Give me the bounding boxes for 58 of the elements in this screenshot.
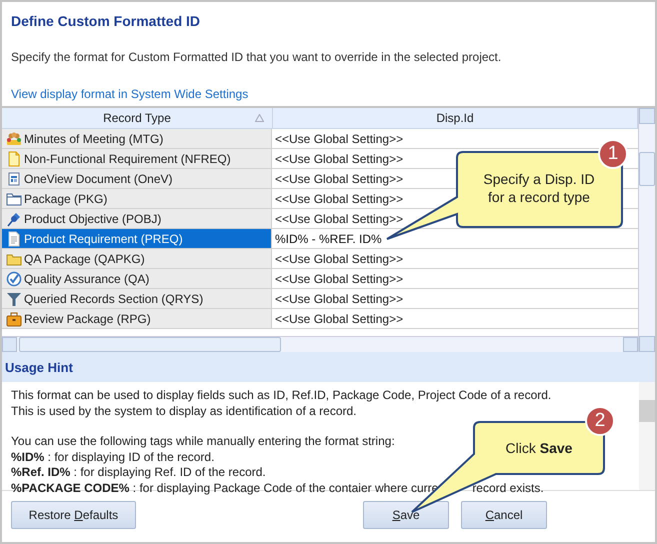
usage-hint-heading: Usage Hint — [2, 352, 655, 382]
record-type-label: Queried Records Section (QRYS) — [24, 292, 204, 306]
checkmark-circle-icon — [6, 270, 22, 286]
hint-text: This is used by the system to display as identification of a record. — [11, 404, 356, 419]
record-type-label: Review Package (RPG) — [24, 312, 151, 326]
callout-text: Specify a Disp. ID for a record type — [482, 170, 596, 206]
horizontal-scrollbar[interactable] — [2, 336, 638, 352]
table-cell: <<Use Global Setting>> — [275, 272, 404, 286]
document-icon — [6, 170, 22, 186]
hint-text: %ID% : for displaying ID of the record. — [11, 450, 214, 465]
table-row[interactable]: Quality Assurance (QA) — [2, 269, 272, 288]
dialog-description: Specify the format for Custom Formatted ID that you want to override in the selected project. — [11, 50, 502, 64]
record-type-label: Quality Assurance (QA) — [24, 272, 150, 286]
folder-icon — [6, 190, 22, 206]
table-row[interactable]: Product Requirement (PREQ) — [2, 229, 272, 248]
record-type-label: Package (PKG) — [24, 192, 108, 206]
hint-text: This format can be used to display fields such as ID, Ref.ID, Package Code, Project Code of a record. — [11, 388, 552, 404]
table-cell: <<Use Global Setting>> — [275, 172, 404, 186]
table-cell: <<Use Global Setting>> — [275, 312, 404, 326]
table-cell: <<Use Global Setting>> — [275, 212, 404, 226]
column-header-label: Disp.Id — [436, 111, 474, 125]
record-type-label: Product Objective (POBJ) — [24, 212, 162, 226]
funnel-icon — [6, 290, 22, 306]
table-row[interactable]: Minutes of Meeting (MTG) — [2, 129, 272, 148]
table-cell: <<Use Global Setting>> — [275, 192, 404, 206]
table-row[interactable]: Package (PKG) — [2, 189, 272, 208]
hint-text: record exists. — [472, 480, 544, 496]
table-row[interactable]: Queried Records Section (QRYS) — [2, 289, 272, 308]
record-type-label: Product Requirement (PREQ) — [24, 232, 183, 246]
table-row[interactable]: QA Package (QAPKG) — [2, 249, 272, 268]
vertical-scrollbar[interactable] — [638, 108, 655, 352]
hint-text: You can use the following tags while manually entering the format string: — [11, 434, 395, 450]
hint-text: %Ref. ID% : for displaying Ref. ID of the record. — [11, 465, 266, 480]
table-row[interactable]: Non-Functional Requirement (NFREQ) — [2, 149, 272, 168]
step-badge: 2 — [585, 406, 615, 436]
table-row[interactable]: Product Objective (POBJ) — [2, 209, 272, 228]
settings-link[interactable]: View display format in System Wide Settings — [11, 87, 248, 103]
record-type-label: OneView Document (OneV) — [24, 172, 173, 186]
dialog-button[interactable]: Save — [363, 501, 449, 529]
record-type-label: Minutes of Meeting (MTG) — [24, 132, 164, 146]
dialog-title: Define Custom Formatted ID — [11, 13, 200, 29]
table-row[interactable]: OneView Document (OneV) — [2, 169, 272, 188]
column-header[interactable]: Record Type — [2, 108, 273, 128]
table-cell: <<Use Global Setting>> — [275, 132, 404, 146]
briefcase-icon — [6, 310, 22, 326]
table-cell: <<Use Global Setting>> — [275, 252, 404, 266]
record-type-label: Non-Functional Requirement (NFREQ) — [24, 152, 231, 166]
record-type-label: QA Package (QAPKG) — [24, 252, 145, 266]
table-cell: <<Use Global Setting>> — [275, 292, 404, 306]
table-cell: <<Use Global Setting>> — [275, 152, 404, 166]
table-row[interactable]: Review Package (RPG) — [2, 309, 272, 328]
dialog-button[interactable]: Restore Defaults — [11, 501, 136, 529]
people-icon — [6, 130, 22, 146]
column-header-label: Record Type — [103, 111, 171, 125]
note-icon — [6, 150, 22, 166]
dialog-button[interactable]: Cancel — [461, 501, 547, 529]
pushpin-icon — [6, 210, 22, 226]
callout-text: Click Save — [504, 439, 574, 457]
